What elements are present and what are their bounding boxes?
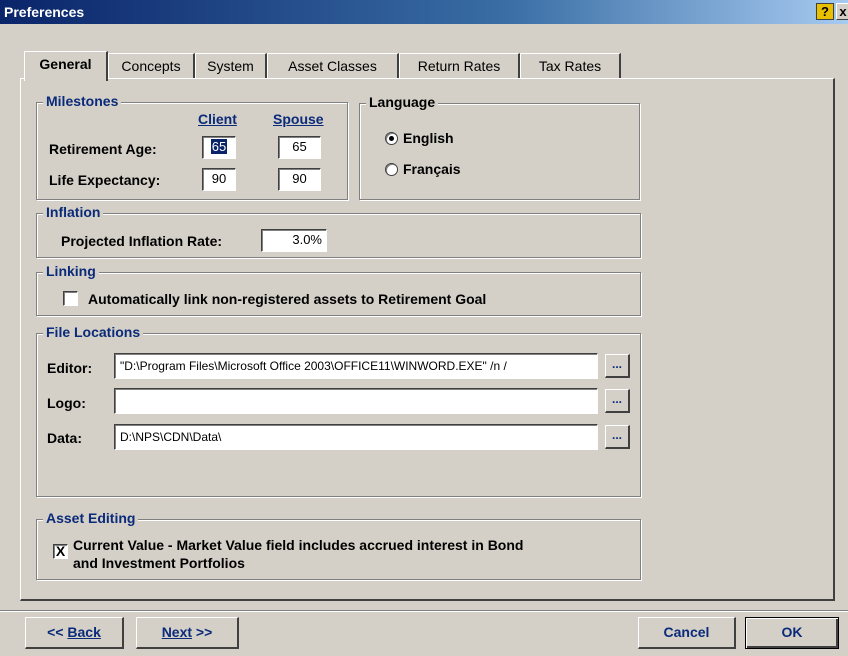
cancel-button[interactable]: Cancel: [638, 617, 736, 649]
logo-label: Logo:: [47, 395, 86, 411]
logo-browse-button[interactable]: ...: [605, 389, 630, 413]
inflation-rate-label: Projected Inflation Rate:: [61, 233, 223, 249]
linking-group: Linking Automatically link non-registere…: [36, 263, 641, 316]
life-expectancy-spouse-input[interactable]: 90: [278, 168, 321, 191]
help-icon: ?: [821, 4, 829, 19]
language-title: Language: [366, 94, 439, 111]
tab-asset-classes[interactable]: Asset Classes: [267, 53, 399, 79]
title-bar: Preferences ? x: [0, 0, 848, 24]
next-button-label: Next: [161, 624, 193, 640]
back-button[interactable]: << Back: [25, 617, 124, 649]
close-icon: x: [839, 4, 847, 19]
francais-label[interactable]: Français: [403, 161, 461, 178]
back-button-label: Back: [67, 624, 101, 640]
tab-return-rates[interactable]: Return Rates: [399, 53, 520, 79]
auto-link-label[interactable]: Automatically link non-registered assets…: [88, 291, 486, 308]
milestones-group: Milestones Client Spouse Retirement Age:…: [36, 93, 348, 200]
file-locations-group: File Locations Editor: "D:\Program Files…: [36, 324, 641, 497]
data-label: Data:: [47, 430, 83, 446]
tab-concepts[interactable]: Concepts: [108, 53, 195, 79]
next-button-suffix: >>: [192, 624, 213, 640]
spouse-column-header: Spouse: [273, 111, 324, 127]
retirement-age-client-input[interactable]: 65: [202, 136, 236, 159]
english-radio[interactable]: [385, 132, 398, 145]
ok-button[interactable]: OK: [745, 617, 839, 649]
inflation-group: Inflation Projected Inflation Rate: 3.0%: [36, 204, 641, 258]
retirement-age-spouse-input[interactable]: 65: [278, 136, 321, 159]
check-mark-icon: X: [55, 543, 66, 559]
asset-editing-title: Asset Editing: [43, 510, 139, 527]
retirement-age-client-value: 65: [210, 139, 228, 154]
francais-radio[interactable]: [385, 163, 398, 176]
milestones-title: Milestones: [43, 93, 122, 110]
tab-tax-rates[interactable]: Tax Rates: [520, 53, 621, 79]
data-browse-button[interactable]: ...: [605, 425, 630, 449]
close-button[interactable]: x: [836, 3, 848, 20]
footer-divider: [0, 610, 848, 611]
life-expectancy-label: Life Expectancy:: [49, 172, 161, 188]
next-button[interactable]: Next >>: [136, 617, 239, 649]
back-button-prefix: <<: [47, 624, 68, 640]
accrued-interest-checkbox[interactable]: X: [53, 544, 68, 559]
linking-title: Linking: [43, 263, 99, 280]
retirement-age-label: Retirement Age:: [49, 141, 157, 157]
data-path-input[interactable]: D:\NPS\CDN\Data\: [114, 424, 598, 450]
accrued-interest-label-line2[interactable]: and Investment Portfolios: [73, 555, 245, 572]
life-expectancy-client-input[interactable]: 90: [202, 168, 236, 191]
editor-path-input[interactable]: "D:\Program Files\Microsoft Office 2003\…: [114, 353, 598, 379]
auto-link-checkbox[interactable]: [63, 291, 78, 306]
editor-browse-button[interactable]: ...: [605, 354, 630, 378]
inflation-title: Inflation: [43, 204, 104, 221]
english-label[interactable]: English: [403, 130, 454, 147]
accrued-interest-label-line1[interactable]: Current Value - Market Value field inclu…: [73, 537, 523, 554]
tab-general[interactable]: General: [24, 51, 108, 81]
editor-label: Editor:: [47, 360, 93, 376]
logo-path-input[interactable]: [114, 388, 598, 414]
help-button[interactable]: ?: [816, 3, 834, 20]
asset-editing-group: Asset Editing X Current Value - Market V…: [36, 510, 641, 580]
preferences-dialog: Preferences ? x General Concepts System …: [0, 0, 848, 656]
tab-system[interactable]: System: [195, 53, 267, 79]
window-title: Preferences: [4, 4, 85, 20]
language-group: Language English Français: [359, 94, 640, 200]
client-column-header: Client: [198, 111, 237, 127]
inflation-rate-input[interactable]: 3.0%: [261, 229, 327, 252]
file-locations-title: File Locations: [43, 324, 144, 341]
